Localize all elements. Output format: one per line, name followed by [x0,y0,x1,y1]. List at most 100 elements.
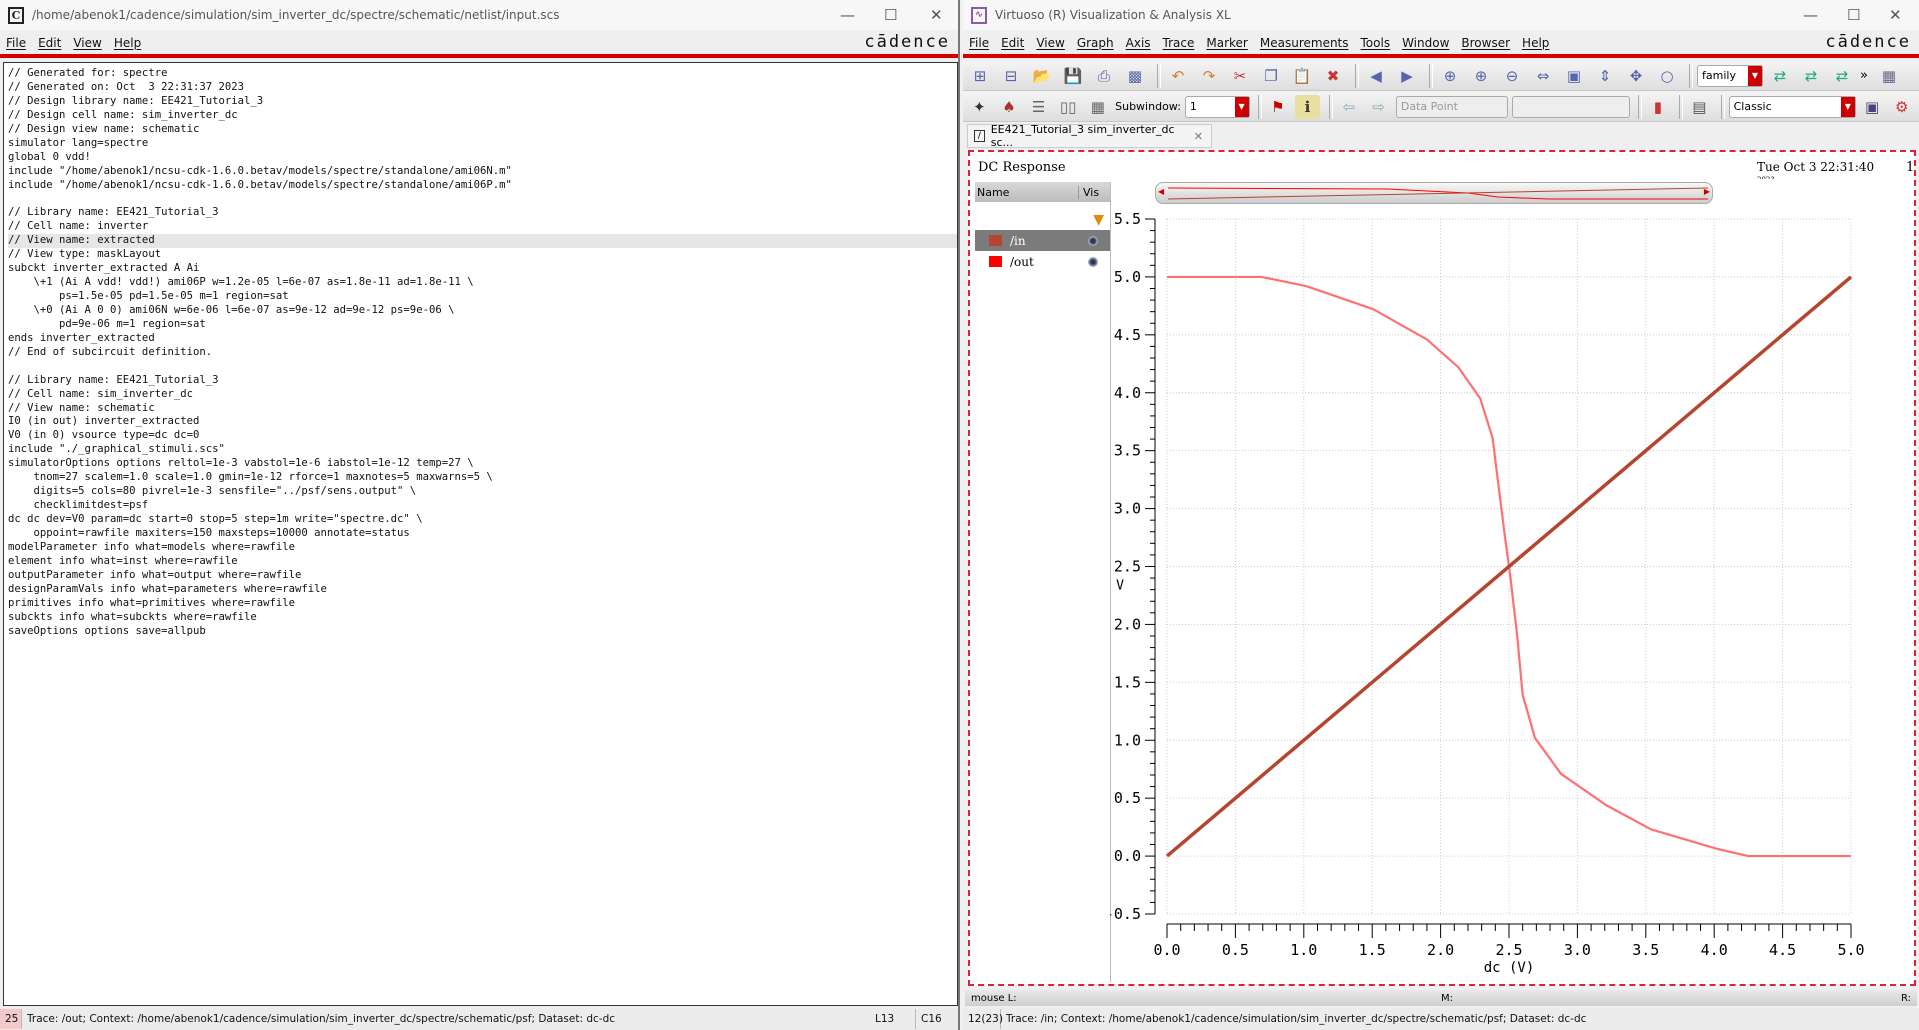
menu-help[interactable]: Help [1522,36,1549,50]
menu-tools[interactable]: Tools [1361,36,1391,50]
new-subwindow-icon[interactable]: ⊟ [998,64,1024,88]
paste-icon[interactable]: 📋 [1289,64,1315,88]
netlist-line: V0 (in 0) vsource type=dc dc=0 [8,429,200,442]
zoom-reset-icon[interactable]: ○ [1654,64,1680,88]
dc-response-chart[interactable]: -0.5 0.0 0.5 1.0 1.5 2.0 2.5 3.0 3.5 4.0 4.5 5.0 5.5… [1110,205,1900,985]
x-tick-label: 1.5 [1359,941,1386,959]
menu-browser[interactable]: Browser [1461,36,1510,50]
filter-icon[interactable]: ▼ [1093,212,1104,228]
info-icon[interactable]: ℹ [1295,94,1320,119]
menu-edit[interactable]: Edit [38,36,61,50]
data-point-value-field[interactable] [1511,95,1630,118]
visibility-eye-icon[interactable] [1088,235,1098,246]
trace-list: Name Vis ▼ /in /out [975,182,1111,982]
menu-window[interactable]: Window [1402,36,1449,50]
calculator-icon[interactable]: ▤ [1687,95,1712,119]
trace-name: /in [1010,233,1026,248]
menu-axis[interactable]: Axis [1126,36,1151,50]
zoom-box-icon[interactable]: ▣ [1561,64,1587,88]
subwindow-value: 1 [1189,100,1197,113]
edit-wand-icon[interactable]: ✦ [967,95,992,119]
menu-graph[interactable]: Graph [1077,36,1114,50]
trace-item-out[interactable]: /out [975,251,1110,272]
grid-toggle-icon[interactable]: ▦ [1876,64,1902,88]
y-tick-label: 2.0 [1114,615,1141,633]
scroll-left-arrow-icon[interactable]: ◀ [1158,187,1164,196]
menu-view[interactable]: View [73,36,101,50]
netlist-line: modelParameter info what=models where=ra… [8,540,296,553]
menu-view[interactable]: View [1036,36,1064,50]
next-point-icon[interactable]: ⇨ [1366,95,1391,119]
save-icon[interactable]: 💾 [1060,64,1086,88]
split-traces-icon[interactable]: ⇄ [1798,64,1824,88]
menu-help[interactable]: Help [114,36,141,50]
trace-item-in[interactable]: /in [975,230,1110,251]
menu-bar: File Edit View Help [0,31,958,54]
visibility-eye-icon[interactable] [1088,256,1098,267]
minimize-icon[interactable]: — [1803,6,1818,24]
family-select[interactable]: family ▼ [1697,64,1763,87]
redo-icon[interactable]: ↷ [1196,64,1222,88]
prev-point-icon[interactable]: ⇦ [1337,95,1362,119]
copy-icon[interactable]: ❐ [1258,64,1284,88]
zoom-out-icon[interactable]: ⊖ [1499,64,1525,88]
title-bar: C /home/abenok1/cadence/simulation/sim_i… [0,0,958,30]
back-icon[interactable]: ◀ [1363,64,1389,88]
forward-icon[interactable]: ▶ [1394,64,1420,88]
export-image-icon[interactable]: ▩ [1122,64,1148,88]
menu-file[interactable]: File [6,36,26,50]
minimize-icon[interactable]: — [840,6,855,24]
stack-layout-icon[interactable]: ☰ [1026,95,1051,119]
menu-marker[interactable]: Marker [1206,36,1247,50]
zoom-in-icon[interactable]: ⊕ [1468,64,1494,88]
histogram-icon[interactable]: ▮ [1646,95,1671,119]
menu-edit[interactable]: Edit [1001,36,1024,50]
grid-layout-icon[interactable]: ▦ [1086,95,1111,119]
zoom-xy-icon[interactable]: ✥ [1623,64,1649,88]
netlist-line: \+0 (Ai A 0 0) ami06N w=6e-06 l=6e-07 as… [8,303,455,316]
open-icon[interactable]: 📂 [1029,64,1055,88]
delete-icon[interactable]: ✖ [1320,64,1346,88]
plot-timestamp-year: 2023 [1757,174,1775,179]
cut-icon[interactable]: ✂ [1227,64,1253,88]
zoom-x-icon[interactable]: ⇔ [1530,64,1556,88]
trace-list-header: Name Vis [975,182,1110,202]
zoom-fit-icon[interactable]: ⊕ [1437,64,1463,88]
status-bar: 12(23) Trace: /in; Context: /home/abenok… [963,1008,1919,1030]
subwindow-number: 1 [1906,160,1915,175]
strip-traces-icon[interactable]: ⇄ [1767,64,1793,88]
maximize-icon[interactable]: ☐ [884,6,897,24]
window-config-icon[interactable]: ▣ [1860,95,1885,119]
plot-subwindow[interactable]: DC Response Tue Oct 3 22:31:40 2023 1 Na… [968,150,1916,986]
print-icon[interactable]: ⎙ [1091,64,1117,88]
style-select[interactable]: Classic ▼ [1728,95,1856,118]
menu-measurements[interactable]: Measurements [1260,36,1349,50]
menu-bar: File Edit View Graph Axis Trace Marker Measurem… [963,31,1919,54]
data-point-select[interactable]: Data Point [1395,95,1508,118]
marker-flag-icon[interactable]: ⚑ [1266,95,1291,119]
netlist-text-area[interactable]: // Generated for: spectre// Generated on… [3,62,958,1006]
close-icon[interactable]: ✕ [1889,6,1902,24]
trace-arrows-icon[interactable]: ⇄ [1829,64,1855,88]
zoom-y-icon[interactable]: ⇕ [1592,64,1618,88]
undo-icon[interactable]: ↶ [1165,64,1191,88]
column-name[interactable]: Name [975,185,1079,199]
y-tick-label: 3.5 [1114,442,1141,460]
column-vis[interactable]: Vis [1079,186,1099,199]
cards-icon[interactable]: ♠ [997,95,1022,119]
side-layout-icon[interactable]: ▯▯ [1056,95,1081,119]
new-window-icon[interactable]: ⊞ [967,64,993,88]
toolbar-separator [1679,94,1684,119]
tab-dc-response[interactable]: / EE421_Tutorial_3 sim_inverter_dc sc...… [967,123,1212,149]
mouse-middle: M: [1441,992,1453,1004]
maximize-icon[interactable]: ☐ [1847,6,1860,24]
close-icon[interactable]: ✕ [930,6,943,24]
settings-icon[interactable]: ⚙ [1889,95,1914,119]
overview-scroll-strip[interactable]: ◀ ▶ [1155,182,1713,204]
menu-trace[interactable]: Trace [1163,36,1195,50]
subwindow-select[interactable]: 1 ▼ [1184,95,1250,118]
menu-file[interactable]: File [969,36,989,50]
netlist-line: // Library name: EE421_Tutorial_3 [8,206,219,219]
tab-close-icon[interactable]: ✕ [1194,130,1203,143]
toolbar-overflow-button[interactable]: » [1860,68,1868,83]
